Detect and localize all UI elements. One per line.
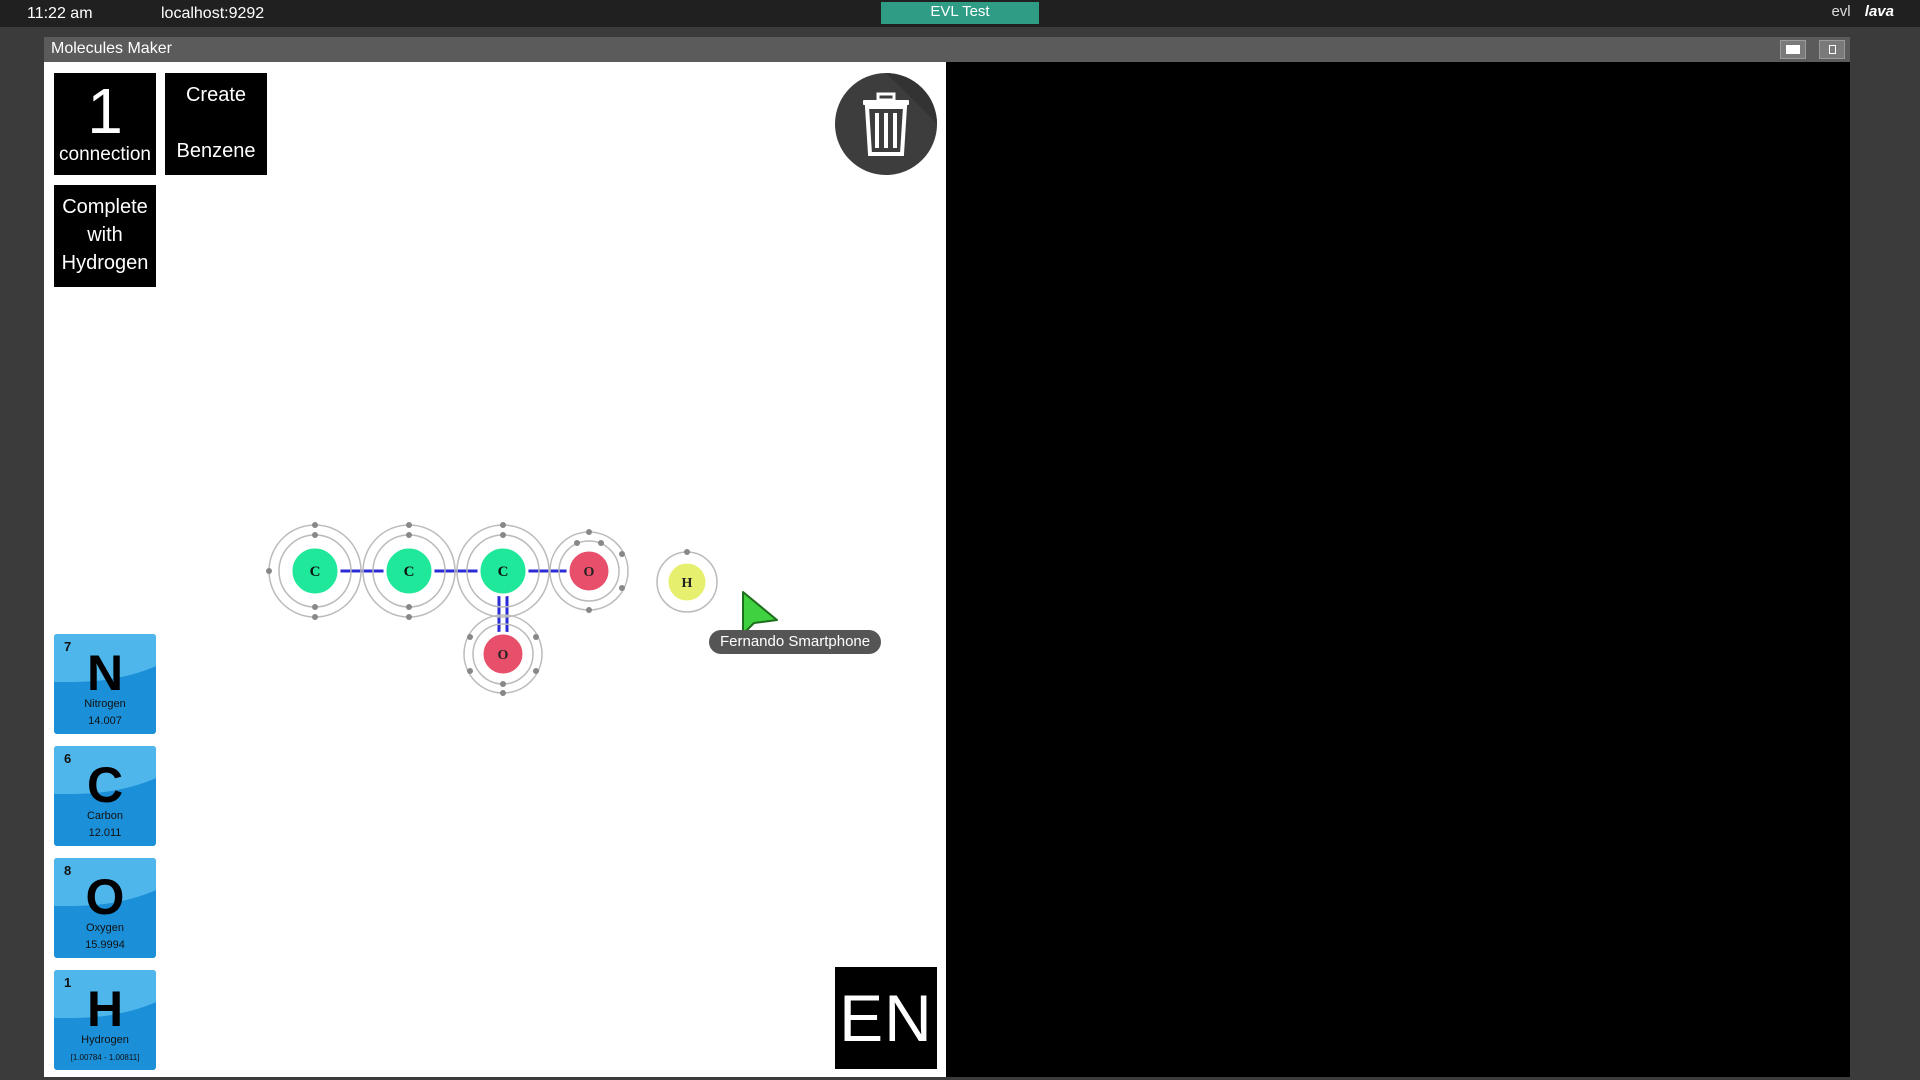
system-bar: 11:22 am localhost:9292 EVL Test evl lav…	[0, 0, 1920, 27]
fullscreen-button[interactable]	[1780, 40, 1806, 59]
atom-symbol: O	[498, 648, 509, 663]
clock: 11:22 am	[27, 5, 93, 22]
atom-symbol: C	[498, 564, 509, 580]
window-title: Molecules Maker	[51, 40, 172, 57]
atom-oxygen-2[interactable]: O	[463, 614, 543, 696]
lava-logo: lava	[1864, 3, 1894, 20]
close-window-button[interactable]	[1819, 40, 1845, 59]
atom-symbol: C	[404, 564, 415, 580]
server-host: localhost:9292	[161, 5, 265, 22]
window-titlebar[interactable]: Molecules Maker	[44, 37, 1850, 62]
atom-symbol: O	[584, 565, 595, 580]
app-window: Molecules Maker 1 connection Create Benz…	[44, 37, 1850, 1077]
remote-pointer-label: Fernando Smartphone	[709, 630, 882, 654]
atom-hydrogen[interactable]: H	[656, 549, 718, 613]
language-button[interactable]: EN	[835, 967, 937, 1069]
brand-logos: evl lava	[1831, 3, 1894, 20]
molecule-diagram: C C C O O H	[266, 522, 718, 696]
atom-symbol: H	[682, 576, 693, 591]
evl-logo: evl	[1831, 3, 1851, 20]
molecule-canvas[interactable]: 1 connection Create Benzene Complete wit…	[44, 62, 946, 1077]
atom-symbol: C	[310, 564, 321, 580]
session-name-badge[interactable]: EVL Test	[881, 2, 1039, 24]
